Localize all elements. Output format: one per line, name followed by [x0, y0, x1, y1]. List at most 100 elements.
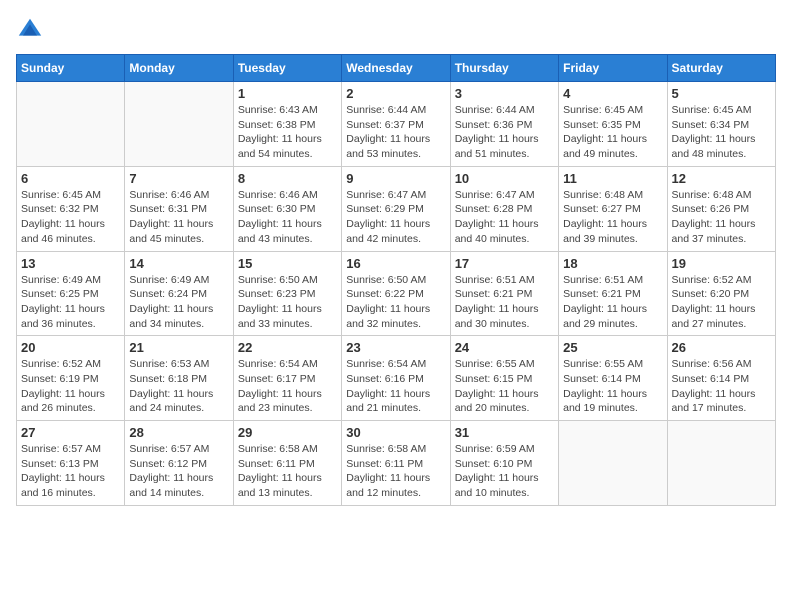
calendar-cell: 13 Sunrise: 6:49 AMSunset: 6:25 PMDayligh… — [17, 251, 125, 336]
calendar-week-row: 1 Sunrise: 6:43 AMSunset: 6:38 PMDaylight… — [17, 82, 776, 167]
calendar-header-friday: Friday — [559, 55, 667, 82]
day-number: 8 — [238, 171, 337, 186]
calendar-week-row: 6Sunrise: 6:45 AMSunset: 6:32 PMDaylight… — [17, 166, 776, 251]
day-number: 17 — [455, 256, 554, 271]
day-number: 7 — [129, 171, 228, 186]
calendar-cell: 6Sunrise: 6:45 AMSunset: 6:32 PMDaylight… — [17, 166, 125, 251]
day-info: Sunrise: 6:49 AMSunset: 6:24 PMDaylight:… — [129, 273, 228, 332]
calendar-cell: 12 Sunrise: 6:48 AMSunset: 6:26 PMDayligh… — [667, 166, 775, 251]
calendar-cell: 19Sunrise: 6:52 AMSunset: 6:20 PMDayligh… — [667, 251, 775, 336]
calendar-cell: 23 Sunrise: 6:54 AMSunset: 6:16 PMDayligh… — [342, 336, 450, 421]
day-info: Sunrise: 6:48 AMSunset: 6:26 PMDaylight:… — [672, 188, 771, 247]
day-number: 25 — [563, 340, 662, 355]
calendar-cell — [559, 421, 667, 506]
day-number: 1 — [238, 86, 337, 101]
calendar-header-saturday: Saturday — [667, 55, 775, 82]
calendar-cell: 27Sunrise: 6:57 AMSunset: 6:13 PMDayligh… — [17, 421, 125, 506]
day-info: Sunrise: 6:48 AMSunset: 6:27 PMDaylight:… — [563, 188, 662, 247]
calendar-cell: 16 Sunrise: 6:50 AMSunset: 6:22 PMDayligh… — [342, 251, 450, 336]
day-info: Sunrise: 6:45 AMSunset: 6:34 PMDaylight:… — [672, 103, 771, 162]
calendar-week-row: 13 Sunrise: 6:49 AMSunset: 6:25 PMDayligh… — [17, 251, 776, 336]
day-info: Sunrise: 6:52 AMSunset: 6:19 PMDaylight:… — [21, 357, 120, 416]
day-number: 16 — [346, 256, 445, 271]
day-info: Sunrise: 6:50 AMSunset: 6:22 PMDaylight:… — [346, 273, 445, 332]
day-number: 28 — [129, 425, 228, 440]
calendar-cell — [667, 421, 775, 506]
calendar-cell: 28 Sunrise: 6:57 AMSunset: 6:12 PMDayligh… — [125, 421, 233, 506]
day-number: 29 — [238, 425, 337, 440]
day-number: 10 — [455, 171, 554, 186]
day-number: 20 — [21, 340, 120, 355]
calendar-cell — [17, 82, 125, 167]
day-info: Sunrise: 6:58 AMSunset: 6:11 PMDaylight:… — [346, 442, 445, 501]
calendar-cell: 7 Sunrise: 6:46 AMSunset: 6:31 PMDaylight… — [125, 166, 233, 251]
day-number: 11 — [563, 171, 662, 186]
day-info: Sunrise: 6:47 AMSunset: 6:29 PMDaylight:… — [346, 188, 445, 247]
day-info: Sunrise: 6:57 AMSunset: 6:12 PMDaylight:… — [129, 442, 228, 501]
logo — [16, 16, 48, 44]
day-number: 5 — [672, 86, 771, 101]
calendar-cell: 17 Sunrise: 6:51 AMSunset: 6:21 PMDayligh… — [450, 251, 558, 336]
calendar-cell: 11 Sunrise: 6:48 AMSunset: 6:27 PMDayligh… — [559, 166, 667, 251]
day-info: Sunrise: 6:51 AMSunset: 6:21 PMDaylight:… — [455, 273, 554, 332]
day-info: Sunrise: 6:49 AMSunset: 6:25 PMDaylight:… — [21, 273, 120, 332]
calendar-cell: 20 Sunrise: 6:52 AMSunset: 6:19 PMDayligh… — [17, 336, 125, 421]
calendar-week-row: 27Sunrise: 6:57 AMSunset: 6:13 PMDayligh… — [17, 421, 776, 506]
day-number: 30 — [346, 425, 445, 440]
day-number: 2 — [346, 86, 445, 101]
calendar-header-wednesday: Wednesday — [342, 55, 450, 82]
day-number: 3 — [455, 86, 554, 101]
calendar-cell: 10 Sunrise: 6:47 AMSunset: 6:28 PMDayligh… — [450, 166, 558, 251]
day-info: Sunrise: 6:56 AMSunset: 6:14 PMDaylight:… — [672, 357, 771, 416]
day-number: 9 — [346, 171, 445, 186]
calendar-cell: 29 Sunrise: 6:58 AMSunset: 6:11 PMDayligh… — [233, 421, 341, 506]
day-info: Sunrise: 6:54 AMSunset: 6:17 PMDaylight:… — [238, 357, 337, 416]
day-info: Sunrise: 6:59 AMSunset: 6:10 PMDaylight:… — [455, 442, 554, 501]
calendar-cell: 24 Sunrise: 6:55 AMSunset: 6:15 PMDayligh… — [450, 336, 558, 421]
day-info: Sunrise: 6:46 AMSunset: 6:30 PMDaylight:… — [238, 188, 337, 247]
day-info: Sunrise: 6:50 AMSunset: 6:23 PMDaylight:… — [238, 273, 337, 332]
calendar-header-sunday: Sunday — [17, 55, 125, 82]
calendar-cell — [125, 82, 233, 167]
day-info: Sunrise: 6:55 AMSunset: 6:15 PMDaylight:… — [455, 357, 554, 416]
day-number: 21 — [129, 340, 228, 355]
calendar-cell: 9 Sunrise: 6:47 AMSunset: 6:29 PMDaylight… — [342, 166, 450, 251]
calendar-cell: 8 Sunrise: 6:46 AMSunset: 6:30 PMDaylight… — [233, 166, 341, 251]
day-number: 22 — [238, 340, 337, 355]
calendar-cell: 3Sunrise: 6:44 AMSunset: 6:36 PMDaylight… — [450, 82, 558, 167]
calendar-cell: 26 Sunrise: 6:56 AMSunset: 6:14 PMDayligh… — [667, 336, 775, 421]
calendar-cell: 5 Sunrise: 6:45 AMSunset: 6:34 PMDaylight… — [667, 82, 775, 167]
day-number: 26 — [672, 340, 771, 355]
calendar-cell: 31 Sunrise: 6:59 AMSunset: 6:10 PMDayligh… — [450, 421, 558, 506]
day-info: Sunrise: 6:55 AMSunset: 6:14 PMDaylight:… — [563, 357, 662, 416]
day-number: 23 — [346, 340, 445, 355]
calendar-table: SundayMondayTuesdayWednesdayThursdayFrid… — [16, 54, 776, 506]
calendar-cell: 22 Sunrise: 6:54 AMSunset: 6:17 PMDayligh… — [233, 336, 341, 421]
calendar-cell: 25 Sunrise: 6:55 AMSunset: 6:14 PMDayligh… — [559, 336, 667, 421]
day-number: 27 — [21, 425, 120, 440]
day-info: Sunrise: 6:58 AMSunset: 6:11 PMDaylight:… — [238, 442, 337, 501]
page-header — [16, 16, 776, 44]
calendar-header-tuesday: Tuesday — [233, 55, 341, 82]
calendar-header-monday: Monday — [125, 55, 233, 82]
day-number: 24 — [455, 340, 554, 355]
day-info: Sunrise: 6:47 AMSunset: 6:28 PMDaylight:… — [455, 188, 554, 247]
calendar-header-thursday: Thursday — [450, 55, 558, 82]
day-number: 12 — [672, 171, 771, 186]
day-number: 6 — [21, 171, 120, 186]
calendar-week-row: 20 Sunrise: 6:52 AMSunset: 6:19 PMDayligh… — [17, 336, 776, 421]
day-info: Sunrise: 6:53 AMSunset: 6:18 PMDaylight:… — [129, 357, 228, 416]
day-number: 18 — [563, 256, 662, 271]
day-info: Sunrise: 6:54 AMSunset: 6:16 PMDaylight:… — [346, 357, 445, 416]
calendar-cell: 14Sunrise: 6:49 AMSunset: 6:24 PMDayligh… — [125, 251, 233, 336]
calendar-cell: 1 Sunrise: 6:43 AMSunset: 6:38 PMDaylight… — [233, 82, 341, 167]
day-info: Sunrise: 6:43 AMSunset: 6:38 PMDaylight:… — [238, 103, 337, 162]
day-number: 13 — [21, 256, 120, 271]
day-info: Sunrise: 6:44 AMSunset: 6:37 PMDaylight:… — [346, 103, 445, 162]
day-number: 31 — [455, 425, 554, 440]
day-info: Sunrise: 6:46 AMSunset: 6:31 PMDaylight:… — [129, 188, 228, 247]
calendar-cell: 4Sunrise: 6:45 AMSunset: 6:35 PMDaylight… — [559, 82, 667, 167]
logo-icon — [16, 16, 44, 44]
calendar-cell: 15 Sunrise: 6:50 AMSunset: 6:23 PMDayligh… — [233, 251, 341, 336]
day-number: 15 — [238, 256, 337, 271]
